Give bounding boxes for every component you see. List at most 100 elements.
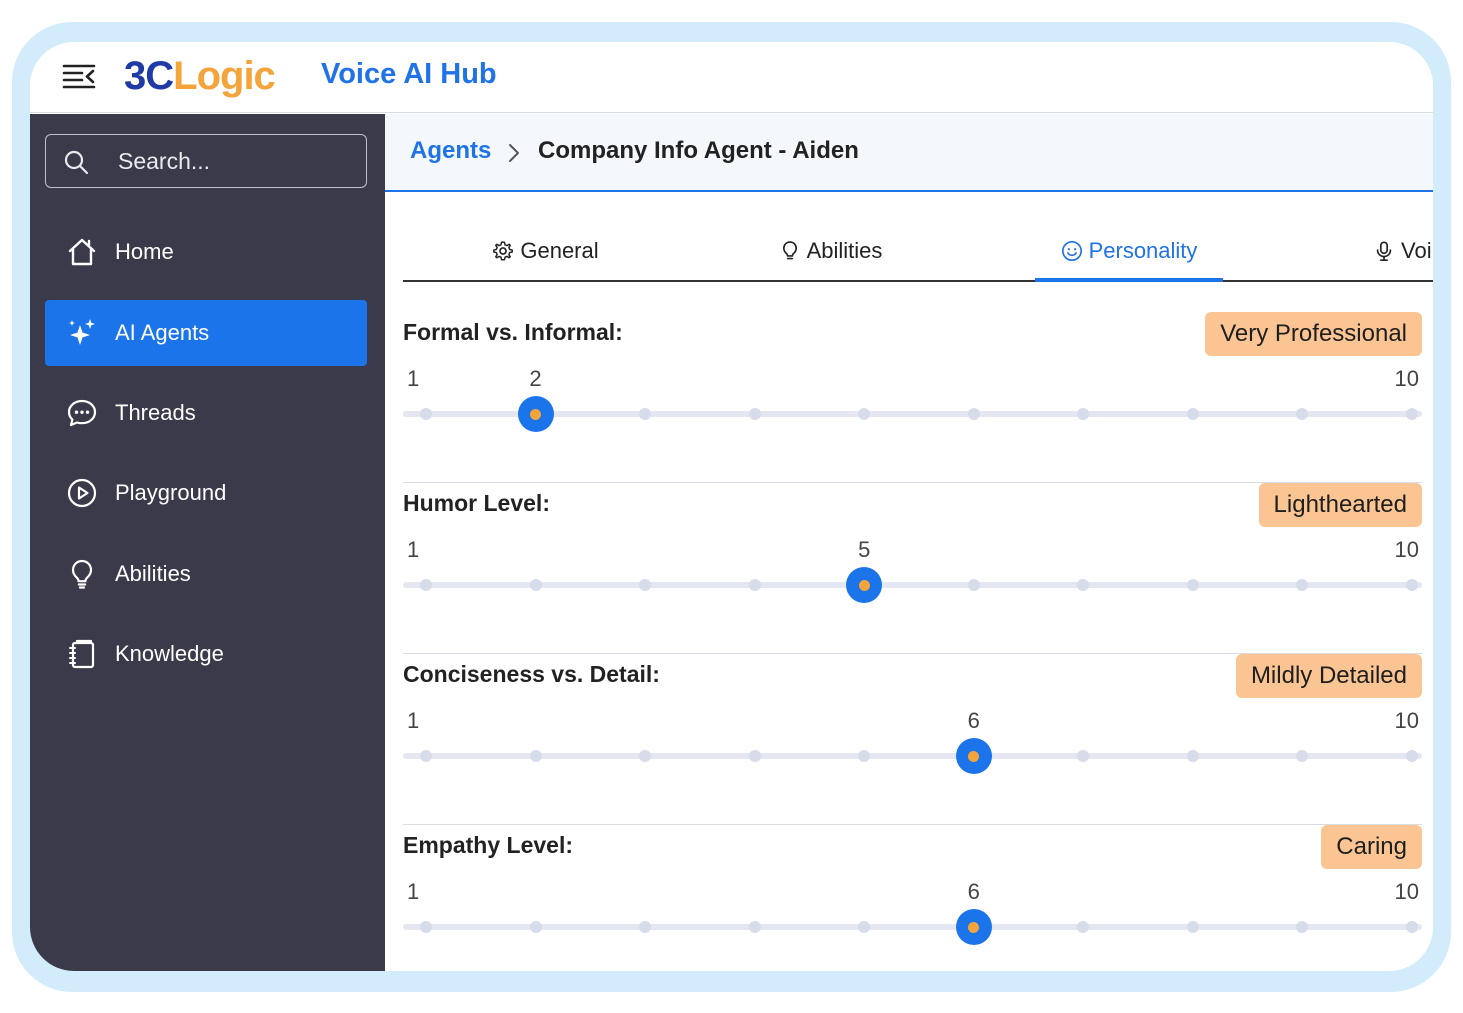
slider-tick	[1296, 579, 1309, 591]
logo-part-2: Logic	[173, 54, 276, 98]
chat-bubble-icon	[65, 396, 99, 430]
slider-tick	[1296, 408, 1309, 420]
app-window: 3CLogic Voice AI Hub Home	[30, 42, 1433, 971]
menu-toggle-button[interactable]	[62, 62, 96, 90]
tab-voice[interactable]: Voi	[1373, 222, 1433, 280]
sidebar-item-ai-agents[interactable]: AI Agents	[45, 300, 367, 366]
slider-section: Humor Level: Lighthearted 1 10 5	[403, 483, 1422, 654]
slider-label: Empathy Level:	[403, 832, 573, 858]
slider-tick	[858, 750, 871, 762]
home-icon	[65, 235, 99, 269]
slider-track[interactable]	[403, 396, 1422, 432]
slider-tick	[1406, 921, 1418, 933]
sidebar-item-label: Abilities	[115, 561, 191, 586]
slider-current-value: 6	[967, 879, 980, 904]
slider-tick	[1406, 408, 1418, 420]
slider-tick	[420, 750, 432, 762]
slider-value-badge: Lighthearted	[1258, 483, 1422, 527]
slider-min-label: 1	[407, 537, 420, 562]
slider-tick	[1186, 579, 1199, 591]
top-header: 3CLogic Voice AI Hub	[30, 42, 1433, 113]
tab-abilities[interactable]: Abilities	[718, 222, 943, 280]
slider-min-label: 1	[407, 708, 420, 733]
slider-section: Empathy Level: Caring 1 10 6	[403, 825, 1422, 971]
slider-min-label: 1	[407, 366, 420, 391]
slider-value-badge: Very Professional	[1205, 312, 1422, 356]
slider-thumb[interactable]	[846, 567, 883, 603]
sidebar-item-knowledge[interactable]: Knowledge	[45, 621, 367, 687]
lightbulb-icon	[65, 557, 99, 591]
breadcrumb-link-agents[interactable]: Agents	[410, 137, 491, 165]
tab-general[interactable]: General	[433, 222, 658, 280]
slider-tick	[639, 408, 652, 420]
search-icon	[64, 150, 89, 175]
lightbulb-icon	[782, 241, 797, 260]
slider-tick	[748, 579, 761, 591]
slider-tick	[1077, 921, 1090, 933]
sidebar-item-label: Knowledge	[115, 641, 224, 666]
slider-thumb[interactable]	[517, 396, 554, 432]
play-circle-icon	[65, 476, 99, 510]
slider-label: Formal vs. Informal:	[403, 319, 623, 345]
slider-tick	[420, 408, 432, 420]
notebook-icon	[65, 637, 99, 671]
slider-tick	[529, 750, 542, 762]
slider-tick	[639, 579, 652, 591]
sidebar-item-label: Threads	[115, 400, 196, 425]
slider-tick	[529, 579, 542, 591]
slider-track[interactable]	[403, 567, 1422, 603]
slider-track[interactable]	[403, 909, 1422, 945]
slider-tick	[858, 408, 871, 420]
slider-thumb[interactable]	[955, 738, 992, 774]
search-box	[45, 134, 367, 188]
gear-icon	[493, 241, 514, 261]
slider-tick	[639, 921, 652, 933]
slider-section: Conciseness vs. Detail: Mildly Detailed 1 1…	[403, 654, 1422, 825]
slider-tick	[1406, 579, 1418, 591]
sidebar-item-label: AI Agents	[115, 320, 210, 345]
brand-logo: 3CLogic	[124, 54, 276, 99]
slider-tick	[639, 750, 652, 762]
slider-tick	[967, 579, 980, 591]
slider-max-label: 10	[1394, 708, 1419, 733]
slider-tick	[748, 408, 761, 420]
chevron-right-icon	[509, 144, 519, 162]
tab-bar: General Abilities Personality Voi	[403, 222, 1433, 282]
slider-tick	[1186, 408, 1199, 420]
sparkles-icon	[65, 316, 99, 350]
microphone-icon	[1376, 241, 1392, 261]
search-input[interactable]	[118, 145, 348, 177]
sidebar-item-playground[interactable]: Playground	[45, 460, 367, 526]
slider-label: Conciseness vs. Detail:	[403, 661, 660, 687]
app-title: Voice AI Hub	[321, 58, 497, 90]
slider-max-label: 10	[1394, 537, 1419, 562]
slider-value-badge: Caring	[1321, 825, 1422, 869]
slider-tick	[1296, 921, 1309, 933]
slider-tick	[1186, 750, 1199, 762]
sidebar: Home AI Agents Threads Playground	[30, 114, 385, 971]
slider-tick	[420, 579, 432, 591]
slider-current-value: 5	[858, 537, 871, 562]
slider-section: Formal vs. Informal: Very Professional 1 10…	[403, 312, 1422, 483]
slider-tick	[1186, 921, 1199, 933]
tab-personality[interactable]: Personality	[1035, 222, 1223, 282]
sidebar-item-threads[interactable]: Threads	[45, 380, 367, 446]
tab-label: Personality	[1088, 238, 1198, 263]
sidebar-item-home[interactable]: Home	[45, 219, 367, 285]
breadcrumb-current: Company Info Agent - Aiden	[538, 137, 859, 164]
slider-track[interactable]	[403, 738, 1422, 774]
slider-max-label: 10	[1394, 366, 1419, 391]
menu-collapse-icon	[62, 64, 96, 89]
slider-tick	[529, 921, 542, 933]
slider-tick	[1077, 408, 1090, 420]
slider-tick	[1406, 750, 1418, 762]
slider-value-badge: Mildly Detailed	[1235, 654, 1422, 698]
slider-thumb[interactable]	[955, 909, 992, 945]
tab-label: Abilities	[806, 238, 883, 263]
main-content: Agents Company Info Agent - Aiden Genera…	[385, 114, 1433, 971]
slider-tick	[1296, 750, 1309, 762]
sidebar-item-abilities[interactable]: Abilities	[45, 541, 367, 607]
slider-current-value: 6	[967, 708, 980, 733]
smiley-icon	[1061, 241, 1082, 261]
slider-current-value: 2	[529, 366, 542, 391]
